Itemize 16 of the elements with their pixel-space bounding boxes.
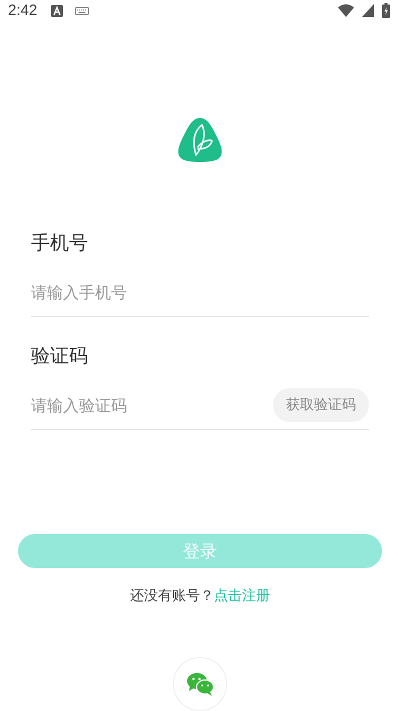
signal-icon — [362, 4, 374, 18]
notification-icon — [51, 4, 64, 17]
battery-icon — [382, 3, 390, 18]
wechat-login-button[interactable] — [173, 657, 227, 711]
phone-label: 手机号 — [31, 231, 89, 256]
keyboard-icon — [75, 6, 90, 15]
register-prompt: 还没有账号？ — [130, 588, 214, 604]
code-label: 验证码 — [31, 344, 89, 370]
chat-bubbles-icon — [186, 672, 214, 696]
status-time: 2:42 — [8, 2, 38, 20]
code-field[interactable]: 请输入验证码 — [31, 396, 273, 415]
register-link[interactable]: 点击注册 — [214, 588, 270, 604]
wifi-icon — [338, 4, 354, 18]
phone-field[interactable]: 请输入手机号 — [31, 282, 369, 302]
get-code-button[interactable]: 获取验证码 — [273, 388, 369, 422]
leaf-logo-icon — [176, 117, 224, 164]
